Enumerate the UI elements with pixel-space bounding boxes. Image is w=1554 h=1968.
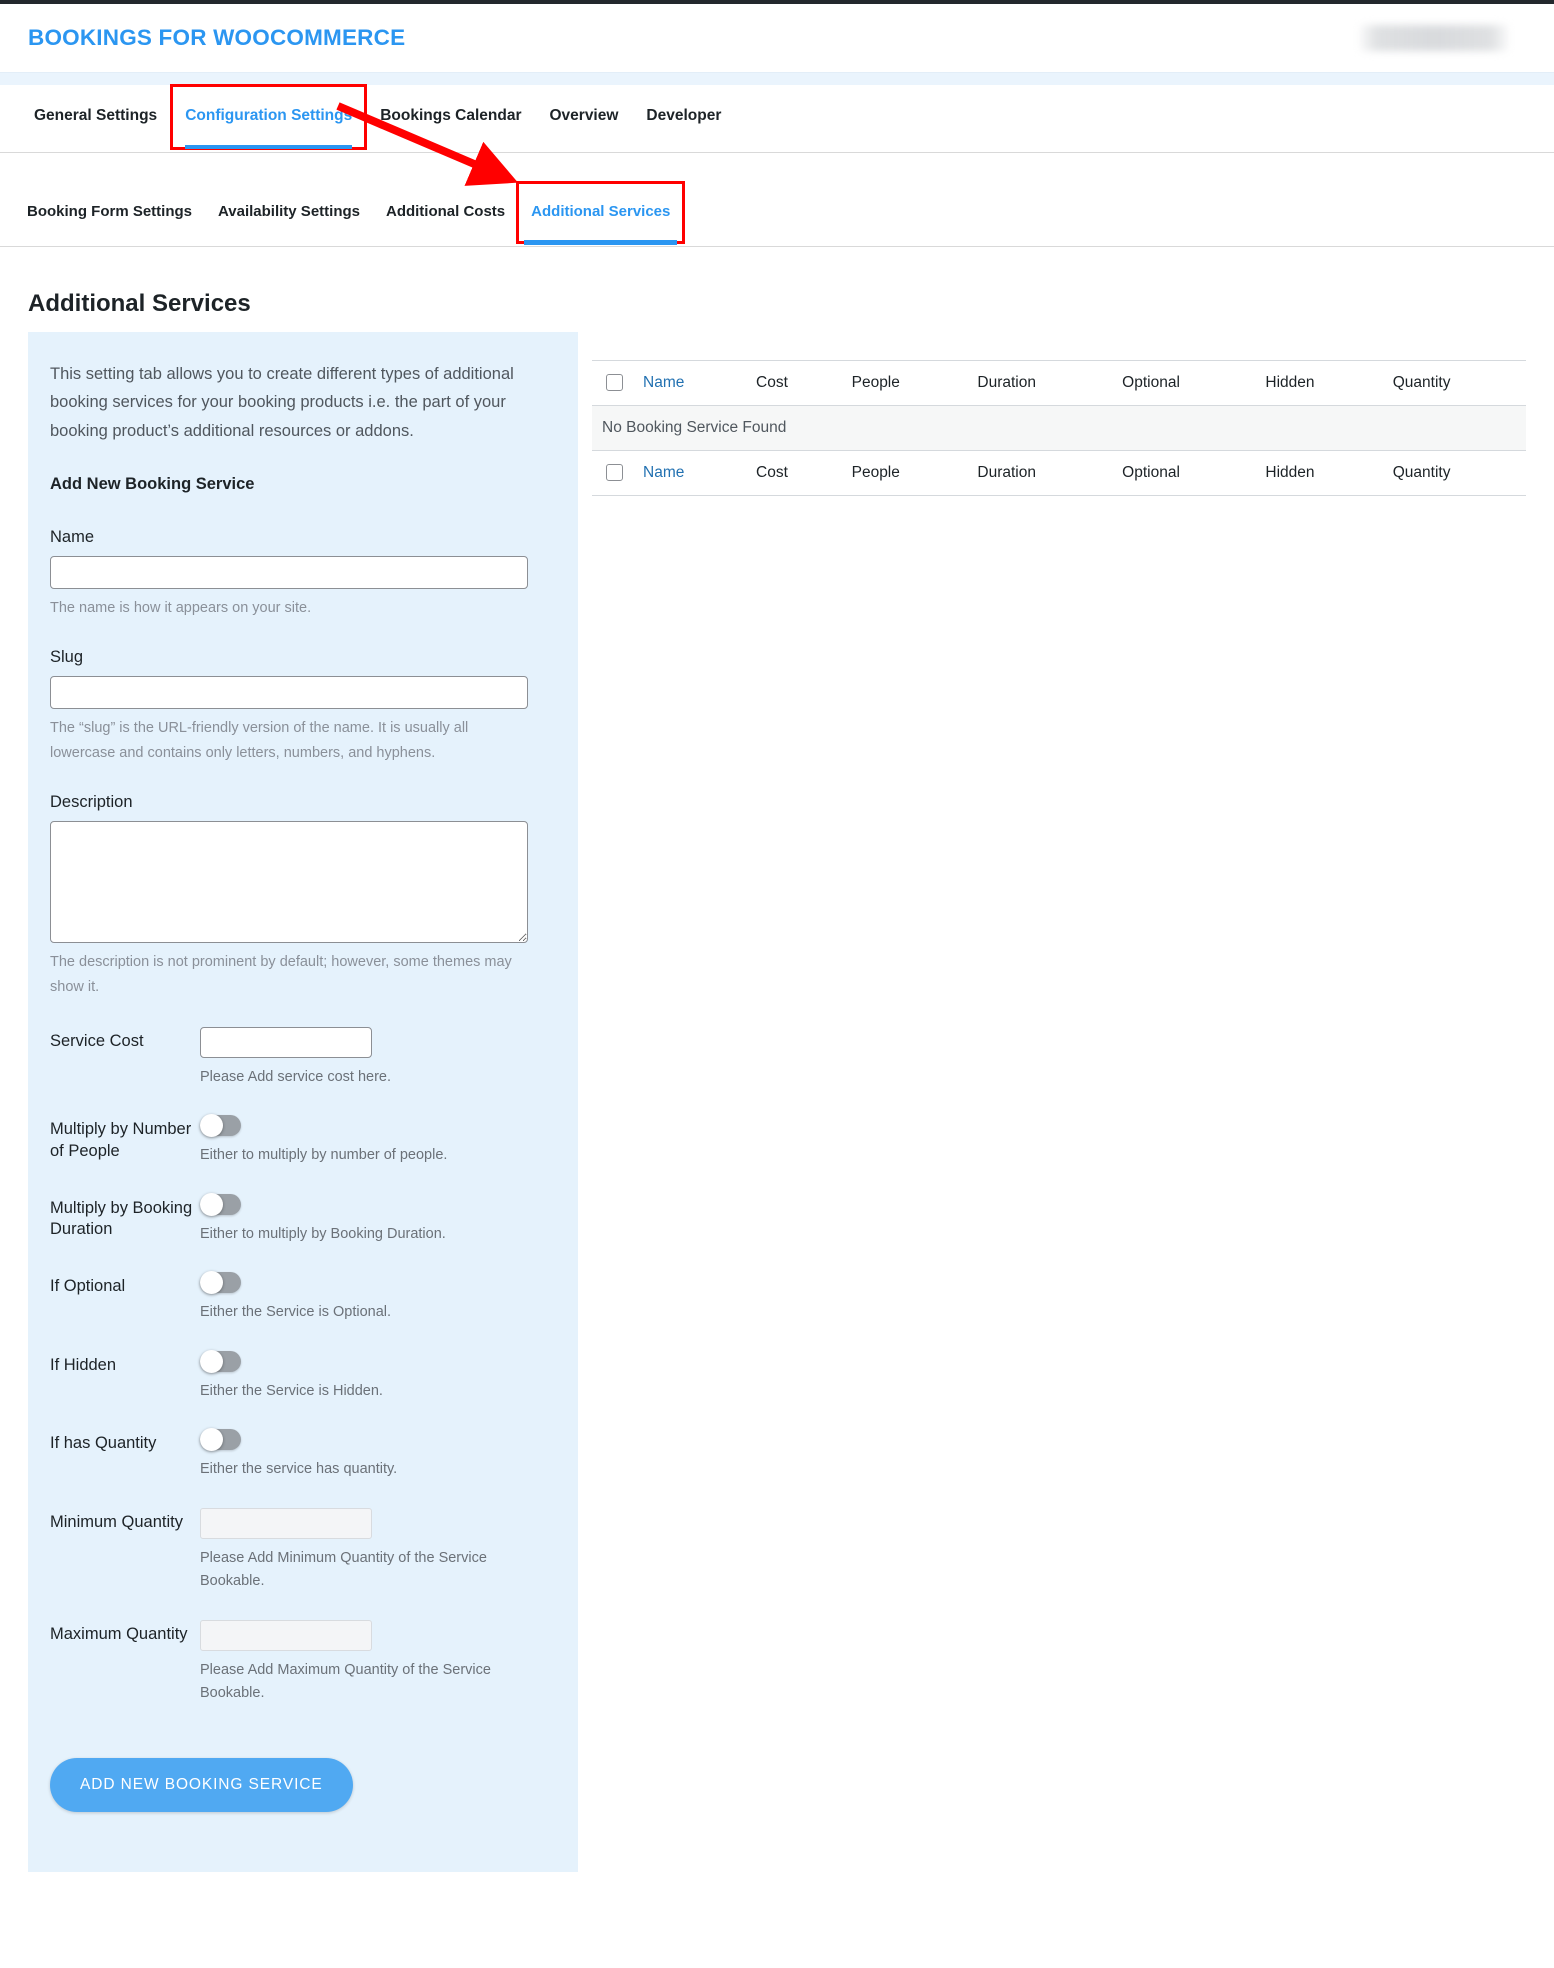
- if-quantity-toggle[interactable]: [200, 1429, 241, 1450]
- select-all-checkbox-bottom[interactable]: [606, 464, 623, 481]
- toggle-knob-icon: [200, 1428, 223, 1451]
- if-optional-row: If Optional Either the Service is Option…: [50, 1272, 554, 1324]
- service-cost-help: Please Add service cost here.: [200, 1066, 520, 1089]
- tab-bookings-calendar[interactable]: Bookings Calendar: [366, 85, 535, 149]
- if-optional-help: Either the Service is Optional.: [200, 1301, 520, 1324]
- toggle-knob-icon: [200, 1114, 223, 1137]
- booking-services-table: Name Cost People Duration Optional Hidde…: [592, 360, 1526, 496]
- toggle-knob-icon: [200, 1350, 223, 1373]
- tab-overview[interactable]: Overview: [535, 85, 632, 149]
- table-header-row: Name Cost People Duration Optional Hidde…: [592, 361, 1526, 406]
- multiply-people-help: Either to multiply by number of people.: [200, 1144, 520, 1167]
- subtab-additional-services[interactable]: Additional Services: [518, 183, 683, 242]
- header-name-bottom[interactable]: Name: [633, 451, 746, 496]
- multiply-people-row: Multiply by Number of People Either to m…: [50, 1115, 554, 1167]
- plugin-header: Bookings For WooCommerce: [0, 4, 1554, 72]
- select-all-header-top: [592, 361, 633, 406]
- table-footer-row: Name Cost People Duration Optional Hidde…: [592, 451, 1526, 496]
- tab-configuration-settings[interactable]: Configuration Settings: [171, 85, 366, 149]
- header-quantity-bottom: Quantity: [1383, 451, 1526, 496]
- description-label: Description: [50, 793, 554, 812]
- header-quantity-top: Quantity: [1383, 361, 1526, 406]
- header-cost-top: Cost: [746, 361, 842, 406]
- header-hidden-bottom: Hidden: [1255, 451, 1382, 496]
- header-duration-bottom: Duration: [967, 451, 1112, 496]
- subtab-availability-settings[interactable]: Availability Settings: [205, 183, 373, 242]
- page-title: Additional Services: [28, 290, 1554, 318]
- booking-services-table-wrap: Name Cost People Duration Optional Hidde…: [592, 360, 1526, 496]
- add-service-panel: This setting tab allows you to create di…: [28, 332, 578, 1872]
- description-textarea[interactable]: [50, 821, 528, 943]
- multiply-people-toggle[interactable]: [200, 1115, 241, 1136]
- min-quantity-input[interactable]: [200, 1508, 372, 1539]
- header-people-top: People: [842, 361, 968, 406]
- max-quantity-label: Maximum Quantity: [50, 1620, 200, 1645]
- if-optional-label: If Optional: [50, 1272, 200, 1297]
- min-quantity-help: Please Add Minimum Quantity of the Servi…: [200, 1547, 520, 1594]
- page-brand-title: Bookings For WooCommerce: [28, 25, 405, 51]
- tab-general-settings[interactable]: General Settings: [20, 85, 171, 149]
- content-area: This setting tab allows you to create di…: [0, 332, 1554, 1872]
- min-quantity-row: Minimum Quantity Please Add Minimum Quan…: [50, 1508, 554, 1594]
- slug-label: Slug: [50, 648, 554, 667]
- name-label: Name: [50, 528, 554, 547]
- panel-subtitle: Add New Booking Service: [50, 475, 554, 494]
- header-optional-bottom: Optional: [1112, 451, 1255, 496]
- multiply-duration-row: Multiply by Booking Duration Either to m…: [50, 1194, 554, 1246]
- redacted-account-block: [1360, 25, 1508, 51]
- empty-message: No Booking Service Found: [592, 406, 1526, 451]
- header-name-top[interactable]: Name: [633, 361, 746, 406]
- primary-tab-strip-accent: [0, 72, 1554, 85]
- if-quantity-row: If has Quantity Either the service has q…: [50, 1429, 554, 1481]
- multiply-duration-label: Multiply by Booking Duration: [50, 1194, 200, 1240]
- if-optional-toggle[interactable]: [200, 1272, 241, 1293]
- if-hidden-label: If Hidden: [50, 1351, 200, 1376]
- multiply-duration-help: Either to multiply by Booking Duration.: [200, 1223, 520, 1246]
- name-help: The name is how it appears on your site.: [50, 596, 530, 620]
- header-people-bottom: People: [842, 451, 968, 496]
- if-quantity-label: If has Quantity: [50, 1429, 200, 1454]
- name-input[interactable]: [50, 556, 528, 589]
- toggle-knob-icon: [200, 1271, 223, 1294]
- toggle-knob-icon: [200, 1193, 223, 1216]
- description-help: The description is not prominent by defa…: [50, 950, 530, 999]
- max-quantity-help: Please Add Maximum Quantity of the Servi…: [200, 1659, 520, 1706]
- panel-intro-text: This setting tab allows you to create di…: [50, 360, 550, 445]
- subtab-additional-costs[interactable]: Additional Costs: [373, 183, 518, 242]
- tab-developer[interactable]: Developer: [632, 85, 735, 149]
- max-quantity-input[interactable]: [200, 1620, 372, 1651]
- add-new-booking-service-button[interactable]: ADD NEW BOOKING SERVICE: [50, 1758, 353, 1812]
- slug-help: The “slug” is the URL-friendly version o…: [50, 716, 530, 765]
- if-hidden-row: If Hidden Either the Service is Hidden.: [50, 1351, 554, 1403]
- subtab-booking-form-settings[interactable]: Booking Form Settings: [14, 183, 205, 242]
- service-cost-input[interactable]: [200, 1027, 372, 1058]
- secondary-tab-bar: Booking Form Settings Availability Setti…: [0, 183, 1554, 247]
- if-hidden-toggle[interactable]: [200, 1351, 241, 1372]
- slug-input[interactable]: [50, 676, 528, 709]
- header-hidden-top: Hidden: [1255, 361, 1382, 406]
- min-quantity-label: Minimum Quantity: [50, 1508, 200, 1533]
- multiply-duration-toggle[interactable]: [200, 1194, 241, 1215]
- header-duration-top: Duration: [967, 361, 1112, 406]
- table-empty-row: No Booking Service Found: [592, 406, 1526, 451]
- max-quantity-row: Maximum Quantity Please Add Maximum Quan…: [50, 1620, 554, 1706]
- if-hidden-help: Either the Service is Hidden.: [200, 1380, 520, 1403]
- if-quantity-help: Either the service has quantity.: [200, 1458, 520, 1481]
- select-all-checkbox-top[interactable]: [606, 374, 623, 391]
- service-cost-label: Service Cost: [50, 1027, 200, 1052]
- primary-tab-bar: General Settings Configuration Settings …: [0, 85, 1554, 153]
- service-cost-row: Service Cost Please Add service cost her…: [50, 1027, 554, 1089]
- header-cost-bottom: Cost: [746, 451, 842, 496]
- select-all-header-bottom: [592, 451, 633, 496]
- header-optional-top: Optional: [1112, 361, 1255, 406]
- multiply-people-label: Multiply by Number of People: [50, 1115, 200, 1161]
